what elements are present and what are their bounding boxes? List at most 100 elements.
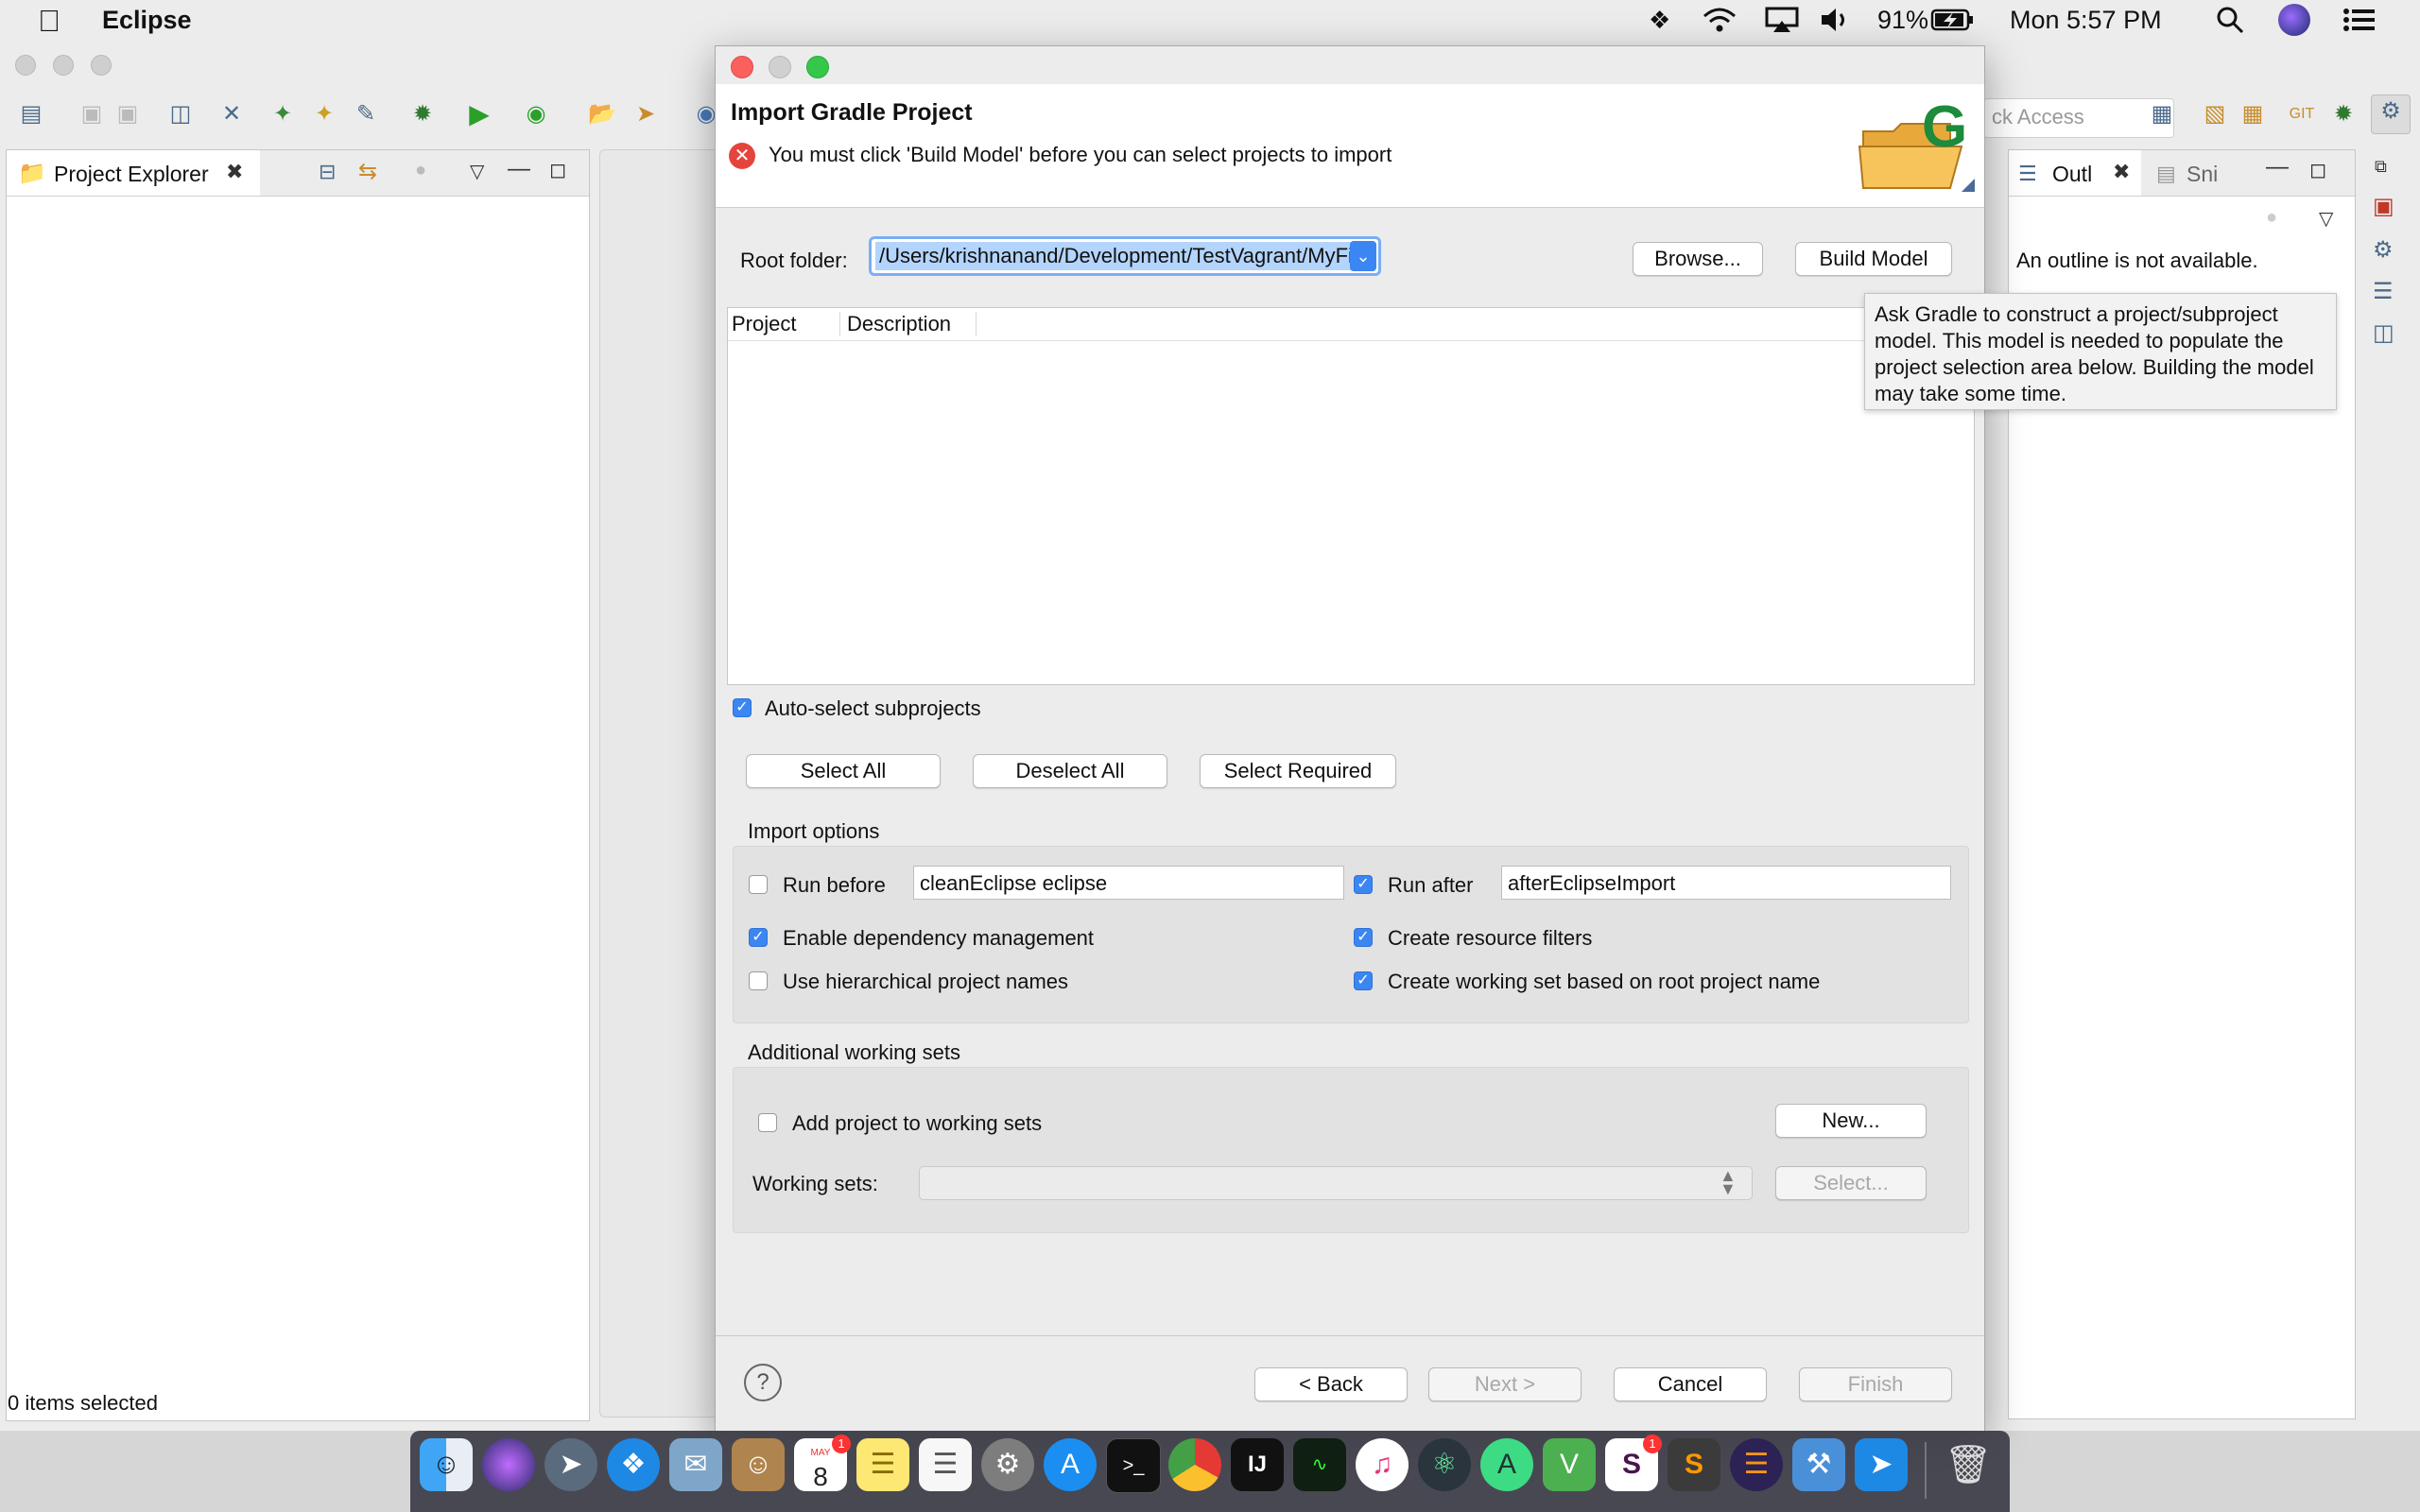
perspective-git-icon[interactable]: GIT — [2286, 98, 2318, 130]
run-before-input[interactable]: cleanEclipse eclipse — [913, 866, 1344, 900]
select-working-set-button[interactable]: Select... — [1775, 1166, 1927, 1200]
intellij-icon[interactable]: IJ — [1231, 1438, 1284, 1491]
dialog-zoom-button[interactable] — [806, 56, 829, 78]
tab-snippets[interactable]: ▤ Sni — [2151, 150, 2245, 196]
volume-icon[interactable] — [1819, 6, 1851, 41]
window-minimize-button[interactable] — [53, 55, 74, 76]
debug-icon[interactable]: ✹ — [406, 98, 439, 130]
activity-monitor-icon[interactable]: ∿ — [1293, 1438, 1346, 1491]
safari-icon[interactable]: ❖ — [607, 1438, 660, 1491]
battery-icon[interactable] — [1930, 6, 1976, 41]
xcode-icon[interactable]: ⚒ — [1792, 1438, 1845, 1491]
airplay-icon[interactable] — [1764, 6, 1800, 41]
app-name-menu[interactable]: Eclipse — [102, 6, 192, 35]
window-close-button[interactable] — [15, 55, 36, 76]
notes-icon[interactable]: ☰ — [856, 1438, 909, 1491]
external-tools-icon[interactable]: ➤ — [630, 98, 662, 130]
finish-button[interactable]: Finish — [1799, 1367, 1952, 1401]
siri-icon[interactable] — [2278, 4, 2310, 36]
auto-select-checkbox[interactable]: ✓ — [733, 698, 752, 717]
dropbox-icon[interactable]: ❖ — [1649, 6, 1670, 35]
properties-icon[interactable]: ☰ — [2373, 278, 2394, 305]
browse-button[interactable]: Browse... — [1633, 242, 1763, 276]
working-sets-select[interactable]: ▲ ▼ — [919, 1166, 1753, 1200]
atom-icon[interactable]: ⚛ — [1418, 1438, 1471, 1491]
app-folder-icon[interactable]: ➤ — [1855, 1438, 1908, 1491]
eclipse-dock-icon[interactable]: ☰ — [1730, 1438, 1783, 1491]
help-icon[interactable]: ? — [744, 1364, 782, 1401]
resource-filters-checkbox[interactable]: ✓ — [1354, 928, 1373, 947]
build-model-button[interactable]: Build Model — [1795, 242, 1952, 276]
wifi-icon[interactable] — [1702, 6, 1737, 41]
mail-icon[interactable]: ✉ — [669, 1438, 722, 1491]
collapse-all-icon[interactable]: ⊟ — [319, 160, 336, 184]
terminal-icon[interactable]: ◫ — [164, 98, 197, 130]
new-java-class-icon[interactable]: ✦ — [308, 98, 340, 130]
reminders-icon[interactable]: ☰ — [919, 1438, 972, 1491]
perspective-java-ee-icon[interactable]: ▧ — [2199, 98, 2231, 130]
spotlight-search-icon[interactable] — [2216, 6, 2244, 41]
new-java-package-icon[interactable]: ✦ — [267, 98, 299, 130]
open-type-icon[interactable]: ✎ — [350, 98, 382, 130]
terminal-dock-icon[interactable]: >_ — [1106, 1438, 1161, 1493]
app-store-icon[interactable]: A — [1044, 1438, 1097, 1491]
cancel-button[interactable]: Cancel — [1614, 1367, 1767, 1401]
select-all-button[interactable]: Select All — [746, 754, 941, 788]
column-header-project[interactable]: Project — [732, 312, 796, 336]
outline-view-menu-icon[interactable]: ▽ — [2319, 207, 2333, 231]
siri-dock-icon[interactable] — [482, 1438, 535, 1491]
save-all-icon[interactable]: ▣ — [112, 98, 144, 130]
perspective-team-icon[interactable]: ▦ — [2237, 98, 2269, 130]
tab-outline[interactable]: ☰ Outl ✖ — [2009, 150, 2141, 196]
task-list-icon[interactable]: ▣ — [2373, 193, 2394, 220]
focus-task-icon[interactable]: ● — [415, 160, 426, 181]
notification-center-icon[interactable] — [2342, 6, 2377, 41]
problems-icon[interactable]: ⚙ — [2373, 236, 2394, 264]
run-before-checkbox[interactable] — [749, 875, 768, 894]
dialog-close-button[interactable] — [731, 56, 753, 78]
perspective-java-icon[interactable]: ⚙ — [2371, 94, 2411, 134]
contacts-icon[interactable]: ☺ — [732, 1438, 785, 1491]
itunes-icon[interactable]: ♫ — [1356, 1438, 1409, 1491]
launchpad-icon[interactable]: ➤ — [544, 1438, 597, 1491]
view-menu-icon[interactable]: ▽ — [470, 160, 484, 183]
column-header-description[interactable]: Description — [847, 312, 951, 336]
console-icon[interactable]: ◫ — [2373, 319, 2394, 347]
apple-menu-icon[interactable]:  — [38, 4, 60, 39]
finder-icon[interactable]: ☺ — [420, 1438, 473, 1491]
tab-project-explorer[interactable]: 📁 Project Explorer ✖ — [7, 150, 260, 196]
menu-clock[interactable]: Mon 5:57 PM — [2010, 6, 2162, 35]
new-wizard-icon[interactable]: ▤ — [15, 98, 47, 130]
trash-icon[interactable]: 🗑 — [1942, 1438, 1995, 1491]
working-set-root-checkbox[interactable]: ✓ — [1354, 971, 1373, 990]
back-button[interactable]: < Back — [1254, 1367, 1408, 1401]
chevron-down-icon[interactable]: ⌄ — [1350, 241, 1376, 271]
vim-icon[interactable]: V — [1543, 1438, 1596, 1491]
minimize-outline-icon[interactable]: — — [2266, 154, 2289, 180]
hierarchical-names-checkbox[interactable] — [749, 971, 768, 990]
close-outline-tab-icon[interactable]: ✖ — [2113, 160, 2130, 184]
system-preferences-icon[interactable]: ⚙ — [981, 1438, 1034, 1491]
root-folder-combo[interactable]: /Users/krishnanand/Development/TestVagra… — [869, 236, 1381, 276]
run-coverage-icon[interactable]: ◉ — [520, 98, 552, 130]
open-perspective-icon[interactable]: ▦ — [2146, 98, 2178, 130]
next-button[interactable]: Next > — [1428, 1367, 1582, 1401]
outline-focus-icon[interactable]: ● — [2266, 207, 2277, 229]
maximize-outline-icon[interactable]: ◻ — [2309, 158, 2326, 182]
perspective-debug-icon[interactable]: ✹ — [2327, 98, 2360, 130]
chrome-icon[interactable] — [1168, 1438, 1221, 1491]
deselect-all-button[interactable]: Deselect All — [973, 754, 1167, 788]
open-folder-icon[interactable]: 📂 — [586, 98, 618, 130]
select-required-button[interactable]: Select Required — [1200, 754, 1396, 788]
run-icon[interactable]: ▶ — [463, 98, 495, 130]
link-with-editor-icon[interactable]: ⇆ — [358, 158, 377, 185]
save-icon[interactable]: ▣ — [76, 98, 108, 130]
run-after-checkbox[interactable]: ✓ — [1354, 875, 1373, 894]
skip-breakpoints-icon[interactable]: ✕ — [216, 98, 248, 130]
add-to-working-sets-checkbox[interactable] — [758, 1113, 777, 1132]
enable-dependency-checkbox[interactable]: ✓ — [749, 928, 768, 947]
window-zoom-button[interactable] — [91, 55, 112, 76]
sublime-text-icon[interactable]: S — [1668, 1438, 1720, 1491]
dialog-minimize-button[interactable] — [769, 56, 791, 78]
new-working-set-button[interactable]: New... — [1775, 1104, 1927, 1138]
